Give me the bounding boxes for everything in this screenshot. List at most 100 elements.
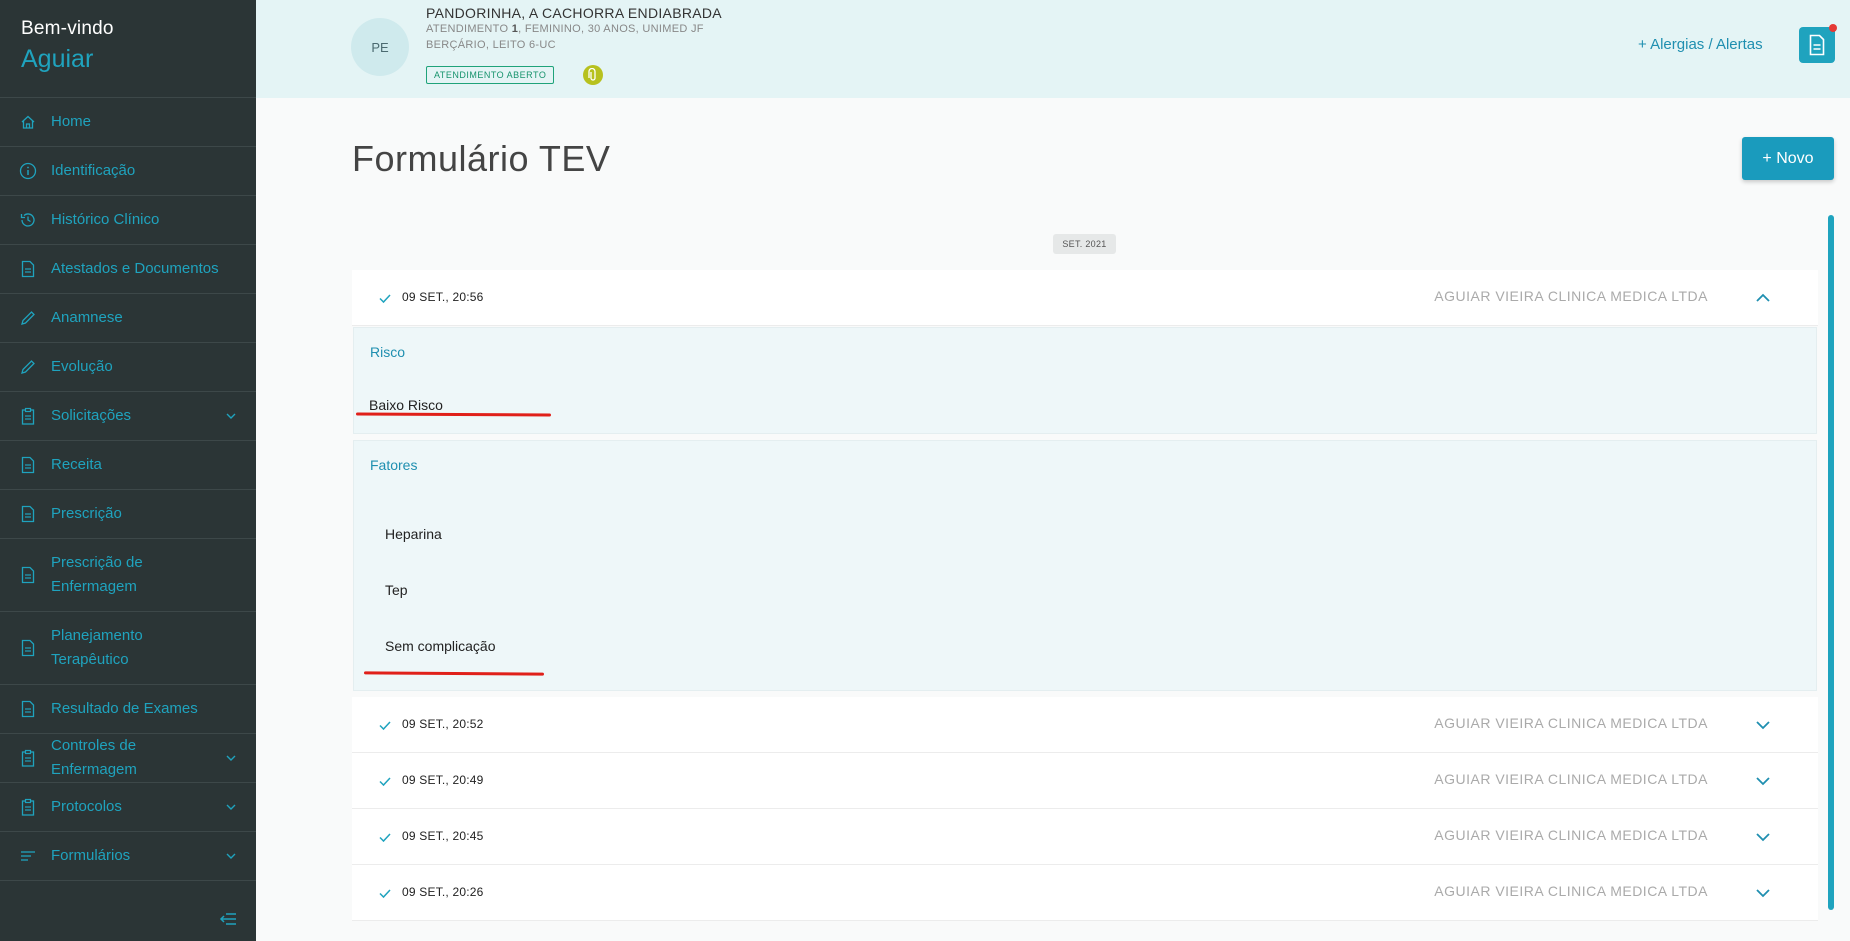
avatar: PE (351, 18, 409, 76)
clipboard-icon (19, 407, 37, 425)
allergies-alerts-link[interactable]: + Alergias / Alertas (1638, 36, 1763, 53)
factor-item: Tep (385, 582, 408, 598)
status-badge: ATENDIMENTO ABERTO (426, 66, 555, 84)
sidebar-item-resultado-exames[interactable]: Resultado de Exames (0, 685, 256, 734)
risk-title: Risco (370, 344, 406, 360)
sidebar-item-label: Controles de Enfermagem (51, 737, 137, 778)
sidebar-item-solicitacoes[interactable]: Solicitações (0, 392, 256, 441)
record-datetime: 09 SET., 20:52 (402, 717, 484, 731)
record-header[interactable]: 09 SET., 20:49 AGUIAR VIEIRA CLINICA MED… (352, 753, 1818, 809)
check-icon (378, 774, 392, 788)
record-header[interactable]: 09 SET., 20:26 AGUIAR VIEIRA CLINICA MED… (352, 865, 1818, 921)
patient-info: ATENDIMENTO 1, FEMININO, 30 ANOS, UNIMED… (426, 23, 704, 35)
chevron-down-icon (224, 800, 238, 814)
sidebar-item-label: Planejamento Terapêutico (51, 627, 143, 668)
sidebar-item-label: Home (51, 113, 92, 130)
record-organization: AGUIAR VIEIRA CLINICA MEDICA LTDA (1434, 715, 1708, 731)
chevron-down-icon (224, 409, 238, 423)
check-icon (378, 886, 392, 900)
sidebar-item-label: Solicitações (51, 407, 132, 424)
user-name: Aguiar (21, 45, 94, 73)
document-icon (19, 456, 37, 474)
sidebar-item-label: Receita (51, 456, 102, 473)
chevron-down-icon (224, 751, 238, 765)
sidebar-item-historico[interactable]: Histórico Clínico (0, 196, 256, 245)
clipboard-icon (19, 749, 37, 767)
home-icon (19, 113, 37, 131)
collapse-sidebar-icon[interactable] (218, 911, 238, 927)
chevron-down-icon[interactable] (1754, 772, 1772, 790)
documents-button[interactable] (1799, 27, 1835, 63)
list-icon (19, 847, 37, 865)
record-organization: AGUIAR VIEIRA CLINICA MEDICA LTDA (1434, 288, 1708, 304)
check-icon (378, 291, 392, 305)
sidebar-item-controles-enfermagem[interactable]: Controles de Enfermagem (0, 734, 256, 783)
info-icon (19, 162, 37, 180)
sidebar-item-label: Atestados e Documentos (51, 260, 219, 277)
sidebar-header: Bem-vindo Aguiar (0, 0, 256, 98)
sidebar-item-evolucao[interactable]: Evolução (0, 343, 256, 392)
document-icon (19, 639, 37, 657)
patient-header: PE PANDORINHA, A CACHORRA ENDIABRADA ATE… (256, 0, 1850, 98)
patient-name: PANDORINHA, A CACHORRA ENDIABRADA (426, 5, 722, 21)
sidebar-item-label: Histórico Clínico (51, 211, 160, 228)
sidebar-item-label: Identificação (51, 162, 136, 179)
sidebar-item-label: Prescrição (51, 505, 122, 522)
record-datetime: 09 SET., 20:45 (402, 829, 484, 843)
pencil-icon (19, 358, 37, 376)
patient-info-prefix: ATENDIMENTO (426, 23, 512, 35)
sidebar-item-home[interactable]: Home (0, 98, 256, 147)
sidebar-item-label: Evolução (51, 358, 113, 375)
sidebar-item-planejamento[interactable]: Planejamento Terapêutico (0, 612, 256, 685)
record-organization: AGUIAR VIEIRA CLINICA MEDICA LTDA (1434, 771, 1708, 787)
sidebar-item-prescricao-enfermagem[interactable]: Prescrição de Enfermagem (0, 539, 256, 612)
sidebar-item-receita[interactable]: Receita (0, 441, 256, 490)
factors-title: Fatores (370, 457, 418, 473)
document-icon (19, 505, 37, 523)
date-group-chip: SET. 2021 (1053, 234, 1116, 254)
sidebar-item-atestados[interactable]: Atestados e Documentos (0, 245, 256, 294)
chevron-down-icon[interactable] (1754, 716, 1772, 734)
page-title: Formulário TEV (352, 138, 611, 179)
sidebar-item-identificacao[interactable]: Identificação (0, 147, 256, 196)
factor-item: Sem complicação (385, 638, 496, 654)
sidebar-item-formularios[interactable]: Formulários (0, 832, 256, 881)
check-icon (378, 718, 392, 732)
sidebar-item-label: Prescrição de Enfermagem (51, 554, 143, 595)
record-header[interactable]: 09 SET., 20:45 AGUIAR VIEIRA CLINICA MED… (352, 809, 1818, 865)
record-header[interactable]: 09 SET., 20:52 AGUIAR VIEIRA CLINICA MED… (352, 697, 1818, 753)
sidebar-item-label: Protocolos (51, 798, 122, 815)
record-datetime: 09 SET., 20:56 (402, 290, 484, 304)
clipboard-icon (19, 798, 37, 816)
risk-panel: Risco Baixo Risco (353, 327, 1817, 434)
pencil-icon (19, 309, 37, 327)
chevron-down-icon[interactable] (1754, 828, 1772, 846)
patient-location: BERÇÁRIO, LEITO 6-UC (426, 39, 556, 51)
record-organization: AGUIAR VIEIRA CLINICA MEDICA LTDA (1434, 883, 1708, 899)
new-button[interactable]: + Novo (1742, 137, 1834, 180)
document-icon (19, 260, 37, 278)
record-header[interactable]: 09 SET., 20:56 AGUIAR VIEIRA CLINICA MED… (352, 270, 1818, 326)
paperclip-icon (588, 68, 596, 81)
sidebar: Bem-vindo Aguiar Home Identificação Hist… (0, 0, 256, 941)
history-icon (19, 211, 37, 229)
document-icon (19, 700, 37, 718)
factor-item: Heparina (385, 526, 442, 542)
sidebar-item-label: Formulários (51, 847, 131, 864)
welcome-text: Bem-vindo (21, 18, 114, 39)
check-icon (378, 830, 392, 844)
chevron-up-icon[interactable] (1754, 289, 1772, 307)
document-icon (1809, 34, 1825, 56)
record-organization: AGUIAR VIEIRA CLINICA MEDICA LTDA (1434, 827, 1708, 843)
sidebar-item-prescricao[interactable]: Prescrição (0, 490, 256, 539)
attachment-button[interactable] (583, 65, 603, 85)
chevron-down-icon[interactable] (1754, 884, 1772, 902)
sidebar-item-label: Anamnese (51, 309, 123, 326)
sidebar-item-anamnese[interactable]: Anamnese (0, 294, 256, 343)
document-icon (19, 566, 37, 584)
scrollbar[interactable] (1828, 215, 1834, 910)
sidebar-item-protocolos[interactable]: Protocolos (0, 783, 256, 832)
record-datetime: 09 SET., 20:49 (402, 773, 484, 787)
notification-dot (1829, 24, 1837, 32)
sidebar-item-label: Resultado de Exames (51, 700, 198, 717)
